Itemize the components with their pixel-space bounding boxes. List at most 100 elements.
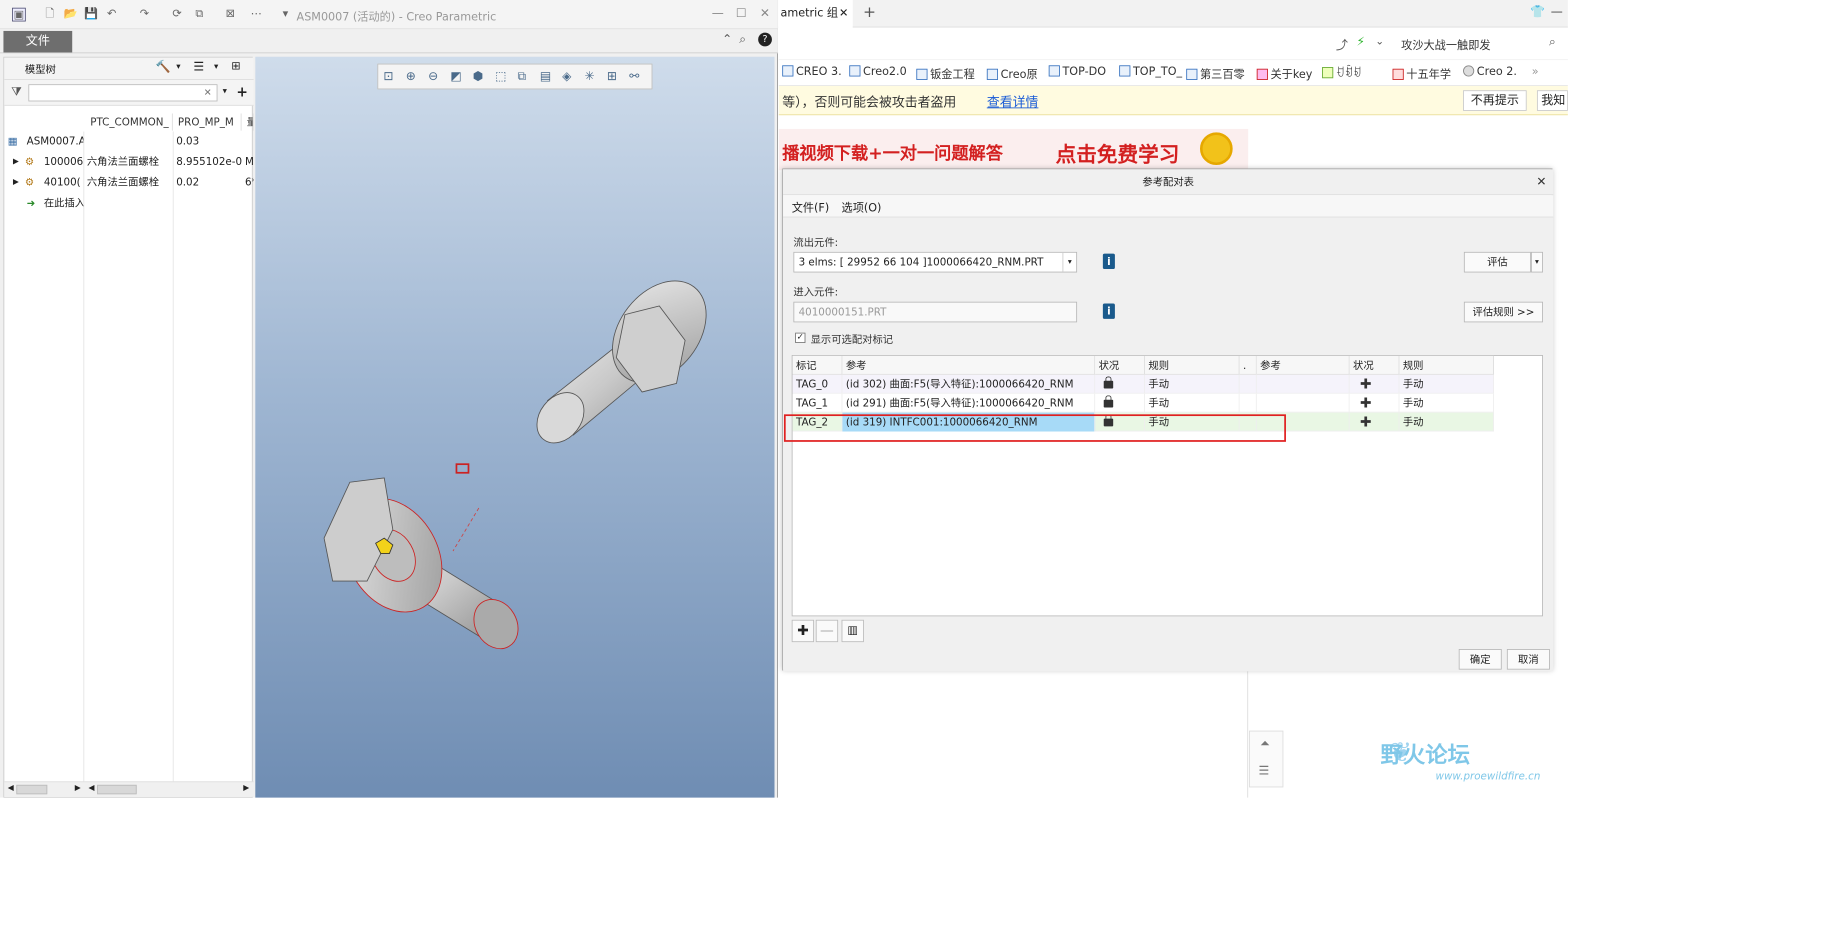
cell-rule[interactable]: 手动 [1145,393,1240,413]
col-header-ref[interactable]: 参考 [842,355,1096,375]
info-icon[interactable]: i [1102,253,1115,270]
col-header-ref2[interactable]: 参考 [1256,355,1350,375]
out-component-select[interactable]: 3 elms: [ 29952 66 104 ]1000066420_RNM.P… [793,251,1078,273]
search-suggestion[interactable]: 攻沙大战一触即发 [1401,36,1490,53]
list-icon[interactable]: ☰ [1258,764,1269,778]
bookmark-item[interactable]: Creo原 [986,65,1038,82]
cell-ref[interactable]: (id 291) 曲面:F5(导入特征):1000066420_RNM [842,393,1096,413]
tree-col-header-3[interactable]: 量 [243,113,254,131]
bookmark-item[interactable]: ꀀꀁꀂ [1322,65,1362,80]
bookmark-item[interactable]: Creo2.0 [849,65,907,78]
close-window-icon[interactable]: ⊠ [223,8,237,22]
menu-file[interactable]: 文件(F) [792,199,830,215]
bookmark-item[interactable]: 钣金工程 [916,65,975,82]
chevron-down-icon[interactable]: ▾ [1062,252,1076,272]
bookmark-item[interactable]: CREO 3. [782,65,842,78]
table-row[interactable]: TAG_0 (id 302) 曲面:F5(导入特征):1000066420_RN… [792,374,1494,394]
tree-row[interactable]: ▶ ⚙ 40100( 六角法兰面螺栓 0.02 6* [4,173,254,192]
close-icon[interactable]: ✕ [1536,169,1546,195]
undo-icon[interactable]: ↶ [105,8,119,22]
tree-tools-icon[interactable]: 🔨 [156,60,171,74]
got-it-button[interactable]: 我知 [1536,90,1568,111]
scroll-left-icon[interactable]: ◀ [8,784,14,793]
plus-icon[interactable]: ✚ [1360,413,1372,429]
lightning-icon[interactable]: ⚡ [1356,35,1364,49]
scroll-right-icon[interactable]: ▶ [243,784,249,793]
close-icon[interactable]: ✕ [760,7,770,21]
close-tab-icon[interactable]: ✕ [839,0,848,28]
scroll-left-icon[interactable]: ◀ [89,784,95,793]
bolt-lower[interactable] [323,477,527,657]
open-folder-icon[interactable]: 📂 [64,8,78,22]
show-tags-checkbox[interactable]: ✓ [795,332,806,343]
collapse-ribbon-icon[interactable]: ⌃ [722,33,732,47]
graphics-viewport[interactable]: ⊡ ⊕ ⊖ ◩ ⬢ ⬚ ⧉ ▤ ◈ ✳ ⊞ ⚯ [255,56,775,798]
evaluate-rules-button[interactable]: 评估规则 >> [1463,301,1543,323]
bookmark-item[interactable]: 十五年学 [1392,65,1451,82]
cell-ref[interactable]: (id 302) 曲面:F5(导入特征):1000066420_RNM [842,374,1096,394]
promo-banner[interactable]: 播视频下载+一对一问题解答 点击免费学习 [778,128,1249,171]
lock-icon[interactable] [1103,395,1114,408]
cell-rule2[interactable]: 手动 [1399,393,1494,413]
col-header-status2[interactable]: 状况 [1349,355,1400,375]
col-header-dot[interactable]: . [1239,355,1257,375]
shirt-skin-icon[interactable]: 👕 [1530,5,1545,19]
chevron-down-icon[interactable]: ⌄ [1375,35,1384,47]
tree-row[interactable]: ➜ 在此插入 [4,193,253,212]
tree-settings-dropdown-icon[interactable]: ▾ [214,62,218,71]
expand-arrow-icon[interactable]: ▶ [13,152,19,171]
cell-ref2[interactable] [1257,374,1350,394]
evaluate-button[interactable]: 评估 [1463,251,1531,273]
tree-horizontal-scrollbar[interactable]: ◀ ▶ ◀ ▶ [4,781,254,797]
tree-col-header-1[interactable]: PTC_COMMON_ [87,113,173,131]
col-header-rule[interactable]: 规则 [1144,355,1240,375]
minimize-icon[interactable]: — [712,7,724,21]
add-filter-icon[interactable]: + [236,83,248,99]
windows-icon[interactable]: ⧉ [193,8,207,22]
remove-row-icon[interactable]: — [815,619,839,643]
cancel-button[interactable]: 取消 [1506,648,1550,670]
cell-ref2[interactable] [1257,393,1350,413]
evaluate-dropdown-icon[interactable]: ▾ [1530,251,1543,273]
bolt-upper[interactable] [527,263,725,452]
clear-filter-icon[interactable]: ✕ [204,87,212,98]
dropdown-arrow-icon[interactable]: ▾ [279,8,293,22]
tree-row[interactable]: ▶ ⚙ 100006 六角法兰面螺栓 8.955102e-03 M [4,152,254,171]
tree-row[interactable]: ▦ ASM0007.A 0.03 [4,132,253,151]
expand-arrow-icon[interactable]: ▶ [13,173,19,192]
tree-filter-input[interactable] [28,84,218,102]
table-row[interactable]: TAG_1 (id 291) 曲面:F5(导入特征):1000066420_RN… [792,393,1494,413]
cell-rule[interactable]: 手动 [1145,374,1240,394]
table-columns-icon[interactable]: ▥ [841,619,864,643]
col-header-status[interactable]: 状况 [1095,355,1145,375]
file-tab[interactable]: 文件 [3,30,73,53]
bookmark-item[interactable]: 关于key [1256,65,1312,82]
dont-remind-button[interactable]: 不再提示 [1463,90,1527,111]
back-to-top-icon[interactable]: ⏶ [1260,737,1270,751]
save-icon[interactable]: 💾 [84,8,98,22]
lock-icon[interactable] [1103,376,1114,389]
scroll-right-icon[interactable]: ▶ [75,784,81,793]
info-icon[interactable]: i [1102,303,1115,319]
share-icon[interactable]: ⤴ [1336,36,1348,53]
bookmark-item[interactable]: Creo 2. [1463,65,1517,78]
maximize-icon[interactable]: ☐ [736,7,747,21]
minimize-browser-icon[interactable]: — [1551,5,1563,19]
filter-icon[interactable]: ⧩ [11,85,22,99]
cell-rule2[interactable]: 手动 [1399,374,1494,394]
cell-rule2[interactable]: 手动 [1399,412,1494,432]
search-icon[interactable]: ⌕ [739,33,746,47]
plus-icon[interactable]: ✚ [1360,376,1372,392]
regenerate-icon[interactable]: ⟳ [170,8,184,22]
redo-icon[interactable]: ↷ [138,8,152,22]
power-button-icon[interactable] [1200,132,1233,166]
bookmark-item[interactable]: TOP_TO_ [1119,65,1182,78]
tree-tools-dropdown-icon[interactable]: ▾ [176,62,180,71]
add-row-icon[interactable]: ✚ [791,619,815,643]
more-bookmarks-icon[interactable]: » [1532,65,1539,78]
new-file-icon[interactable]: 🗋 [43,8,57,22]
col-header-tag[interactable]: 标记 [792,355,843,375]
new-tab-icon[interactable]: + [863,3,876,21]
bookmark-item[interactable]: TOP-DO [1048,65,1106,78]
scroll-thumb[interactable] [97,784,137,795]
